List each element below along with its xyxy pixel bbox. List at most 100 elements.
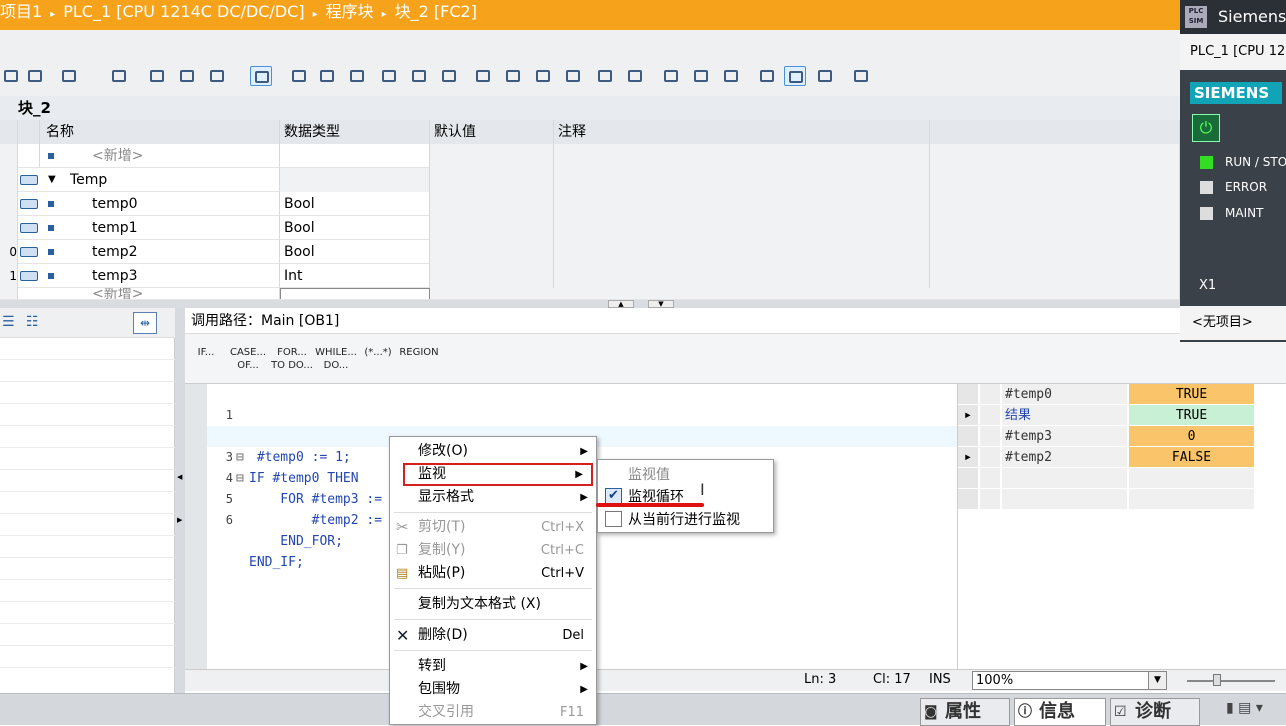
checkbox-icon[interactable] — [605, 511, 622, 527]
table-row[interactable]: <新增> — [0, 144, 1180, 168]
type-cell[interactable]: Int — [280, 264, 430, 288]
comment-cell[interactable] — [554, 216, 930, 240]
menu-item-display-format[interactable]: 显示格式 ▶ — [390, 486, 596, 509]
toolbar-icon[interactable] — [288, 66, 310, 86]
menu-item-paste[interactable]: ▤ 粘贴(P) Ctrl+V — [390, 562, 596, 585]
name-cell[interactable]: temp2 — [40, 240, 280, 264]
left-pane-collapse-bar[interactable]: ◀ ▶ — [175, 308, 185, 693]
menu-item-cross-reference[interactable]: 交叉引用 F11 — [390, 701, 596, 724]
toolbar-icon[interactable] — [24, 66, 46, 86]
menu-item-modify[interactable]: 修改(O) ▶ — [390, 440, 596, 463]
menu-item-surround[interactable]: 包围物 ▶ — [390, 678, 596, 701]
list-view-icon[interactable]: ☷ — [26, 314, 39, 330]
splitter-down-icon[interactable]: ▼ — [648, 300, 674, 308]
keyword-region-button[interactable]: REGION — [399, 338, 439, 380]
keyword-comment-button[interactable]: (*...*) — [359, 338, 397, 380]
outdent-icon[interactable] — [532, 66, 554, 86]
tree-list-icon[interactable]: ☰ — [2, 314, 15, 330]
type-cell[interactable]: Bool — [280, 240, 430, 264]
name-cell[interactable]: temp0 — [40, 192, 280, 216]
menu-item-goto[interactable]: 转到 ▶ — [390, 655, 596, 678]
name-cell[interactable]: <新增> — [40, 288, 280, 299]
type-cell[interactable] — [280, 144, 430, 168]
menu-item-copy-as-text[interactable]: 复制为文本格式 (X) — [390, 593, 596, 616]
menu-item-cut[interactable]: ✂ 剪切(T) Ctrl+X — [390, 516, 596, 539]
chevron-down-icon[interactable]: ▼ — [1148, 672, 1166, 689]
toolbar-icon[interactable] — [660, 66, 682, 86]
breadcrumb-plc[interactable]: PLC_1 [CPU 1214C DC/DC/DC] — [63, 2, 304, 21]
toolbar-icon[interactable] — [408, 66, 430, 86]
toolbar-icon[interactable] — [624, 66, 646, 86]
comment-cell[interactable] — [554, 144, 930, 168]
splitter-up-icon[interactable]: ▲ — [608, 300, 634, 308]
column-header-name[interactable]: 名称 — [40, 120, 280, 144]
monitor-icon[interactable] — [814, 66, 836, 86]
watch-marker[interactable] — [958, 384, 978, 404]
breadcrumb-block[interactable]: 块_2 [FC2] — [395, 2, 477, 21]
toolbar-icon[interactable] — [316, 66, 338, 86]
layout-icon[interactable]: ▮ ▤ ▾ — [1226, 700, 1263, 716]
toolbar-icon[interactable] — [438, 66, 460, 86]
code-text[interactable]: END_FOR; — [249, 531, 343, 552]
comment-cell[interactable] — [554, 192, 930, 216]
insert-mode-indicator[interactable]: INS — [929, 670, 951, 690]
toolbar-icon[interactable] — [206, 66, 228, 86]
zoom-slider-handle[interactable] — [1213, 674, 1221, 686]
watch-marker[interactable] — [958, 426, 978, 446]
table-row[interactable]: temp0 Bool — [0, 192, 1180, 216]
keyword-case-button[interactable]: CASE... OF... — [227, 338, 269, 380]
tab-diagnostics[interactable]: ☑ 诊断 — [1110, 698, 1200, 726]
database-icon[interactable] — [850, 66, 872, 86]
keyword-if-button[interactable]: IF... — [191, 338, 221, 380]
toolbar-icon[interactable] — [594, 66, 616, 86]
power-icon[interactable]: ⏻ — [1192, 114, 1220, 142]
column-header-datatype[interactable]: 数据类型 — [280, 120, 430, 144]
menu-item-delete[interactable]: ✕ 删除(D) Del — [390, 624, 596, 647]
comment-cell[interactable] — [554, 168, 930, 192]
type-dropdown[interactable] — [280, 288, 430, 299]
expand-collapse-icon[interactable]: ⇹ — [133, 312, 157, 334]
toolbar-icon[interactable] — [472, 66, 494, 86]
name-cell[interactable]: temp1 — [40, 216, 280, 240]
tab-info[interactable]: ⓘ 信息 — [1014, 698, 1106, 726]
expand-right-icon[interactable]: ▶ — [177, 516, 182, 524]
monitor-on-icon[interactable] — [784, 66, 806, 86]
code-line[interactable]: 2 ⊟ IF #temp0 THEN — [207, 405, 957, 486]
comment-cell[interactable] — [554, 240, 930, 264]
toolbar-icon[interactable] — [346, 66, 368, 86]
toolbar-icon[interactable] — [108, 66, 130, 86]
name-cell[interactable]: Temp — [40, 168, 280, 192]
keyword-while-button[interactable]: WHILE... DO... — [315, 338, 357, 380]
name-cell[interactable]: temp3 — [40, 264, 280, 288]
breadcrumb-project[interactable]: 项目1 — [0, 2, 42, 21]
zoom-slider[interactable] — [1187, 680, 1275, 682]
menu-item-monitor[interactable]: 监视 ▶ — [403, 463, 593, 486]
expand-icon[interactable]: ▸ — [958, 405, 978, 425]
toolbar-icon[interactable] — [756, 66, 778, 86]
toolbar-icon[interactable] — [176, 66, 198, 86]
pane-splitter[interactable]: ▲ ▼ — [0, 300, 1180, 308]
table-row[interactable]: ▼ Temp — [0, 168, 1180, 192]
code-line[interactable]: 1 #temp0 := 1; — [207, 384, 957, 465]
toolbar-icon[interactable] — [0, 66, 22, 86]
type-cell[interactable]: Bool — [280, 216, 430, 240]
comment-cell[interactable] — [554, 264, 930, 288]
collapse-left-icon[interactable]: ◀ — [177, 473, 182, 481]
toolbar-toggle-icon[interactable] — [250, 66, 272, 86]
list-icon[interactable] — [146, 66, 168, 86]
zoom-select[interactable]: 100% ▼ — [972, 671, 1167, 690]
toolbar-icon[interactable] — [720, 66, 742, 86]
column-header-default[interactable]: 默认值 — [430, 120, 554, 144]
table-row[interactable]: 0 temp2 Bool — [0, 240, 1180, 264]
toolbar-icon[interactable] — [690, 66, 712, 86]
toolbar-icon[interactable] — [562, 66, 584, 86]
type-cell[interactable]: Bool — [280, 192, 430, 216]
indent-icon[interactable] — [502, 66, 524, 86]
menu-item-monitor-from-line[interactable]: 从当前行进行监视 — [598, 508, 773, 530]
table-row[interactable]: temp1 Bool — [0, 216, 1180, 240]
name-cell[interactable]: <新增> — [40, 144, 280, 168]
checkbox-checked-icon[interactable]: ✔ — [605, 488, 622, 504]
menu-item-copy[interactable]: ❐ 复制(Y) Ctrl+C — [390, 539, 596, 562]
keyword-for-button[interactable]: FOR... TO DO... — [271, 338, 313, 380]
insert-network-icon[interactable] — [58, 66, 80, 86]
